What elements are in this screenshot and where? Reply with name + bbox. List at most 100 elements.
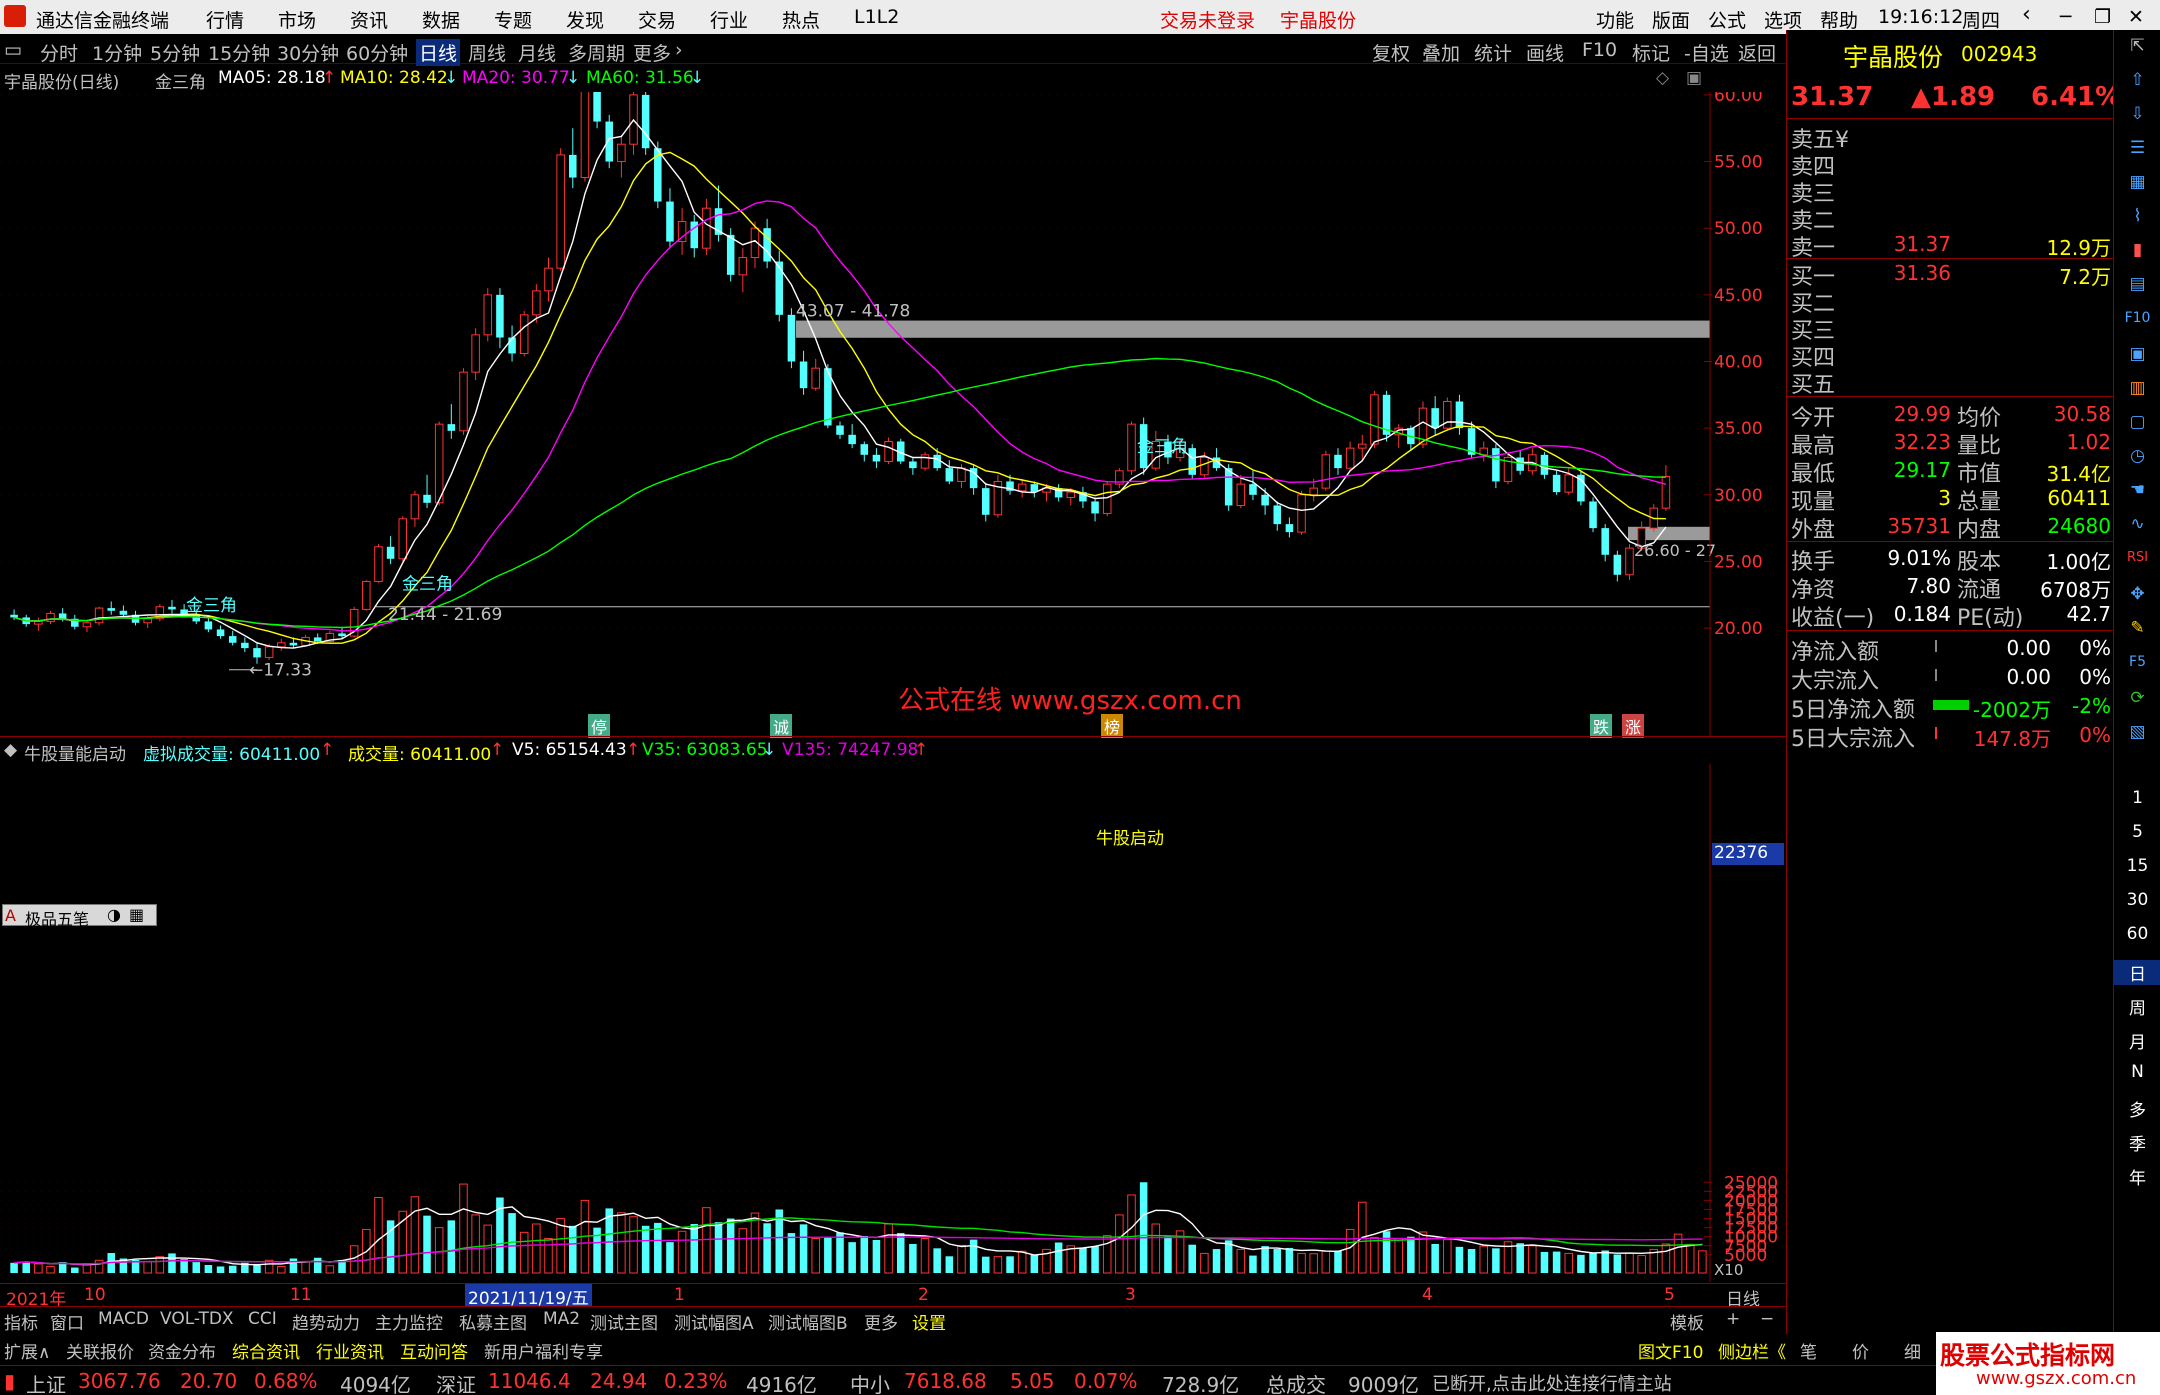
period-monthly[interactable]: 月线 (518, 39, 556, 66)
grid-icon[interactable]: ▦ (2114, 172, 2160, 192)
tab-zhuli[interactable]: 主力监控 (375, 1309, 443, 1334)
ime-toolbar[interactable]: A 极品五笔 ◑ ▦ (2, 904, 157, 929)
formula-name[interactable]: 金三角 (155, 68, 206, 93)
candlestick-chart[interactable]: 63.00←17.3343.07 - 41.7826.60 - 2721.44 … (0, 92, 1786, 738)
up-arrow-icon[interactable]: ⇧ (2114, 70, 2160, 90)
tab-industry-news[interactable]: 行业资讯 (316, 1338, 384, 1363)
tool-fanhui[interactable]: 返回 (1738, 39, 1776, 66)
period-60min[interactable]: 60分钟 (346, 39, 408, 66)
tool-tongji[interactable]: 统计 (1474, 39, 1512, 66)
tool-diejia[interactable]: 叠加 (1422, 39, 1460, 66)
tab-new-user[interactable]: 新用户福利专享 (484, 1338, 603, 1363)
menu-bangzhu[interactable]: 帮助 (1820, 6, 1858, 33)
menu-banmian[interactable]: 版面 (1652, 6, 1690, 33)
menu-jiaoyi[interactable]: 交易 (638, 6, 676, 33)
tab-chuangkou[interactable]: 窗口 (50, 1309, 84, 1334)
connection-status[interactable]: 已断开,点击此处连接行情主站 (1432, 1370, 1672, 1395)
image-icon[interactable]: ▣ (2114, 344, 2160, 364)
chevron-right-icon[interactable]: › (675, 39, 683, 61)
cycle-1[interactable]: 1 (2114, 788, 2160, 808)
tab-zhibiao[interactable]: 指标 (4, 1309, 38, 1334)
tab-sidebar[interactable]: 侧边栏《 (1718, 1338, 1786, 1363)
clock-icon[interactable]: ◷ (2114, 446, 2160, 466)
tab-simu[interactable]: 私募主图 (459, 1309, 527, 1334)
menu-redian[interactable]: 热点 (782, 6, 820, 33)
menu-zixun[interactable]: 资讯 (350, 6, 388, 33)
menu-l1l2[interactable]: L1L2 (854, 6, 899, 28)
cycle-month[interactable]: 月 (2114, 1028, 2160, 1053)
cycle-day[interactable]: 日 (2114, 960, 2160, 985)
menu-shichang[interactable]: 市场 (278, 6, 316, 33)
tab-xi[interactable]: 细 (1904, 1338, 1921, 1363)
tab-settings[interactable]: 设置 (912, 1309, 946, 1334)
down-arrow-icon[interactable]: ⇩ (2114, 104, 2160, 124)
tab-add[interactable]: + (1726, 1309, 1740, 1329)
period-multi[interactable]: 多周期 (568, 39, 625, 66)
refresh-icon[interactable]: ⟳ (2114, 688, 2160, 708)
cycle-n[interactable]: N (2114, 1062, 2160, 1082)
cycle-multi[interactable]: 多 (2114, 1096, 2160, 1121)
tab-remove[interactable]: − (1760, 1309, 1774, 1329)
list-icon[interactable]: ☰ (2114, 138, 2160, 158)
menu-faxian[interactable]: 发现 (566, 6, 604, 33)
cycle-quarter[interactable]: 季 (2114, 1130, 2160, 1155)
wave-icon[interactable]: ∿ (2114, 514, 2160, 534)
tab-expand[interactable]: 扩展∧ (4, 1338, 50, 1363)
crosshair-icon[interactable]: ✥ (2114, 584, 2160, 604)
minimize-icon[interactable]: ─ (2060, 6, 2071, 28)
f5-icon[interactable]: F5 (2114, 654, 2160, 670)
pen-icon[interactable]: ✎ (2114, 618, 2160, 638)
tool-huaxian[interactable]: 画线 (1526, 39, 1564, 66)
volume-formula-name[interactable]: 牛股量能启动 (24, 740, 126, 765)
tab-related-quotes[interactable]: 关联报价 (66, 1338, 134, 1363)
f2-icon[interactable]: ▢ (2114, 412, 2160, 432)
menu-zhuanti[interactable]: 专题 (494, 6, 532, 33)
collapse-panel-icon[interactable]: ⇱ (2114, 36, 2160, 56)
menu-hangye[interactable]: 行业 (710, 6, 748, 33)
menu-xuanxiang[interactable]: 选项 (1764, 6, 1802, 33)
layers-icon[interactable]: ▧ (2114, 722, 2160, 742)
cycle-30[interactable]: 30 (2114, 890, 2160, 910)
collapse-icon[interactable]: ◆ (4, 740, 17, 760)
menu-shuju[interactable]: 数据 (422, 6, 460, 33)
volume-chart[interactable]: 2500022500200001750015000125001000075005… (0, 764, 1786, 1284)
menu-gongneng[interactable]: 功能 (1596, 6, 1634, 33)
tab-qa[interactable]: 互动问答 (400, 1338, 468, 1363)
back-arrow-icon[interactable]: ‹ (2022, 2, 2031, 27)
line-chart-icon[interactable]: ⌇ (2114, 206, 2160, 226)
news-icon[interactable]: ▤ (2114, 274, 2160, 294)
ime-moon-icon[interactable]: ◑ (107, 905, 121, 924)
tab-news[interactable]: 综合资讯 (232, 1338, 300, 1363)
trade-status-link[interactable]: 交易未登录 (1160, 6, 1255, 33)
hand-icon[interactable]: ☚ (2114, 480, 2160, 500)
period-daily[interactable]: 日线 (416, 39, 461, 66)
cycle-year[interactable]: 年 (2114, 1164, 2160, 1189)
period-fenshi[interactable]: 分时 (40, 39, 78, 66)
tab-bi[interactable]: 笔 (1800, 1338, 1817, 1363)
tab-vol-tdx[interactable]: VOL-TDX (160, 1309, 234, 1329)
menu-hangqing[interactable]: 行情 (206, 6, 244, 33)
period-15min[interactable]: 15分钟 (208, 39, 270, 66)
tab-cci[interactable]: CCI (248, 1309, 277, 1329)
tool-zixuan[interactable]: -自选 (1684, 39, 1729, 66)
period-30min[interactable]: 30分钟 (277, 39, 339, 66)
window-max-icon[interactable]: ▣ (1686, 68, 1702, 88)
tab-qushi[interactable]: 趋势动力 (292, 1309, 360, 1334)
restore-icon[interactable]: ❐ (2094, 6, 2111, 28)
cycle-5[interactable]: 5 (2114, 822, 2160, 842)
tool-biaoji[interactable]: 标记 (1632, 39, 1670, 66)
menu-gongshi[interactable]: 公式 (1708, 6, 1746, 33)
tab-capital-dist[interactable]: 资金分布 (148, 1338, 216, 1363)
sz-label[interactable]: 深证 (436, 1369, 476, 1395)
tab-template[interactable]: 模板 (1670, 1309, 1704, 1334)
doc-icon[interactable]: ▥ (2114, 378, 2160, 398)
zx-label[interactable]: 中小 (850, 1369, 890, 1395)
tab-ceshi-a[interactable]: 测试幅图A (674, 1309, 754, 1334)
period-1min[interactable]: 1分钟 (92, 39, 142, 66)
ime-keyboard-icon[interactable]: ▦ (129, 905, 144, 924)
tab-ceshi-b[interactable]: 测试幅图B (768, 1309, 848, 1334)
tool-f10[interactable]: F10 (1582, 39, 1617, 61)
rsi-icon[interactable]: RSI (2114, 550, 2160, 565)
cycle-15[interactable]: 15 (2114, 856, 2160, 876)
tab-more[interactable]: 更多 (864, 1309, 898, 1334)
